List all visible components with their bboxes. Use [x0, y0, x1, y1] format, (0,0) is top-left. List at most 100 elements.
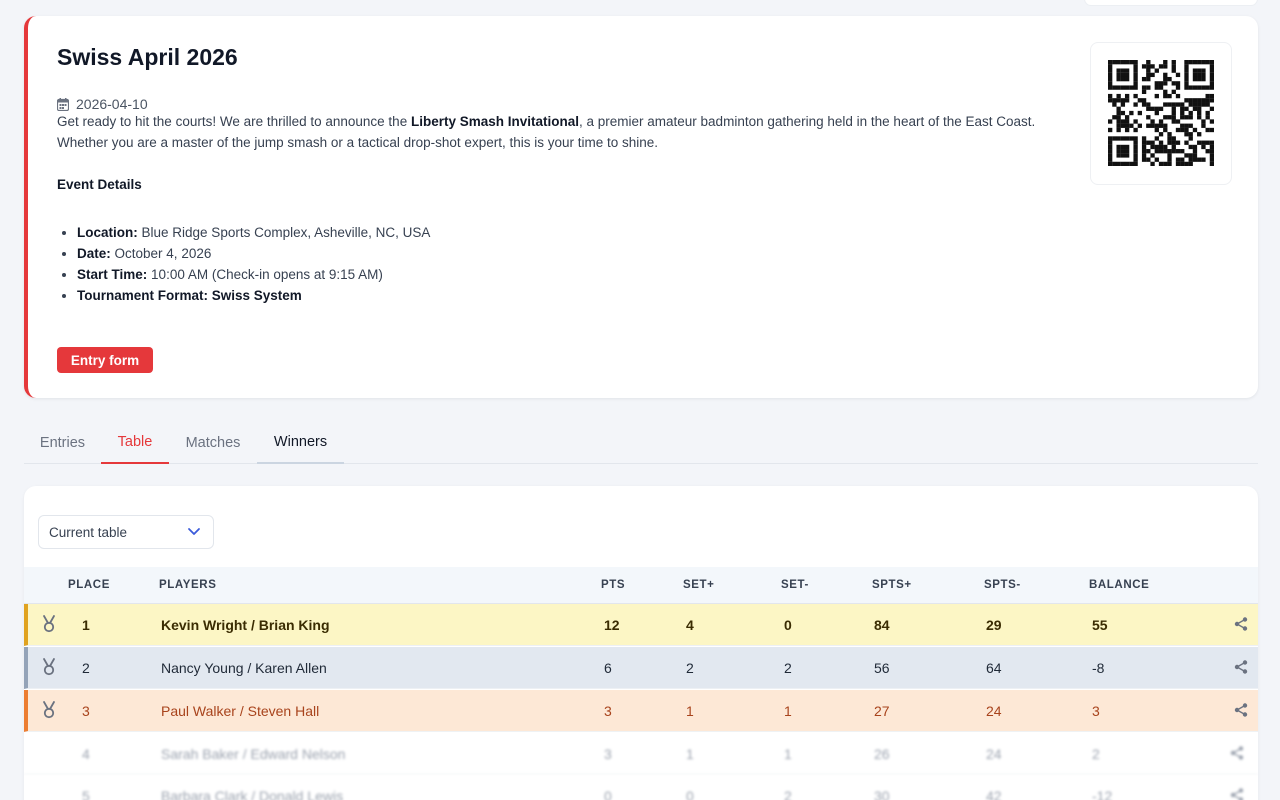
- qr-module: [1180, 123, 1185, 128]
- qr-module: [1188, 98, 1193, 103]
- share-icon[interactable]: [1234, 703, 1248, 717]
- qr-module: [1175, 157, 1181, 162]
- qr-module: [1192, 144, 1198, 150]
- table-row[interactable]: 2 Nancy Young / Karen Allen 6 2 2 56 64 …: [24, 647, 1258, 689]
- qr-module: [1141, 64, 1147, 69]
- cell-balance: -12: [1092, 788, 1113, 800]
- qr-module: [1167, 115, 1172, 120]
- qr-module: [1205, 149, 1210, 154]
- qr-module: [1120, 136, 1126, 141]
- qr-module: [1116, 153, 1121, 158]
- header-spts-plus[interactable]: SPTS+: [872, 579, 912, 591]
- qr-module: [1108, 157, 1113, 162]
- medal-icon: [43, 615, 55, 633]
- qr-module: [1201, 60, 1206, 65]
- qr-module: [1180, 149, 1185, 154]
- qr-module: [1192, 106, 1198, 111]
- cell-spts-plus: 56: [874, 660, 890, 676]
- qr-module: [1192, 68, 1198, 73]
- qr-module: [1154, 110, 1159, 116]
- qr-module: [1108, 161, 1113, 166]
- detail-start-time: Start Time: 10:00 AM (Check-in opens at …: [77, 264, 430, 285]
- qr-module: [1163, 60, 1168, 65]
- qr-module: [1184, 72, 1189, 78]
- qr-module: [1188, 115, 1193, 120]
- qr-module: [1133, 136, 1138, 141]
- tab-table[interactable]: Table: [101, 422, 169, 464]
- qr-module: [1129, 136, 1134, 141]
- top-card-stub: [1084, 0, 1258, 6]
- qr-module: [1146, 68, 1151, 73]
- share-icon[interactable]: [1230, 788, 1244, 800]
- qr-module: [1192, 85, 1198, 90]
- qr-module: [1192, 153, 1198, 158]
- entry-form-button[interactable]: Entry form: [57, 347, 153, 373]
- qr-module: [1209, 161, 1214, 166]
- qr-module: [1167, 157, 1172, 162]
- qr-module: [1209, 144, 1214, 150]
- qr-module: [1120, 123, 1126, 128]
- table-row[interactable]: 4 Sarah Baker / Edward Nelson 3 1 1 26 2…: [24, 733, 1258, 775]
- qr-module: [1184, 76, 1189, 82]
- qr-module: [1197, 140, 1202, 145]
- qr-module: [1184, 98, 1189, 103]
- qr-module: [1154, 144, 1159, 150]
- header-players[interactable]: PLAYERS: [159, 579, 216, 591]
- qr-module: [1116, 85, 1121, 90]
- cell-players: Paul Walker / Steven Hall: [161, 703, 320, 719]
- cell-place: 3: [82, 703, 90, 719]
- qr-module: [1184, 153, 1189, 158]
- qr-module: [1184, 161, 1189, 166]
- qr-module: [1141, 149, 1147, 154]
- qr-module: [1116, 123, 1121, 128]
- share-icon[interactable]: [1234, 617, 1248, 631]
- tab-entries[interactable]: Entries: [24, 422, 101, 464]
- cell-players: Barbara Clark / Donald Lewis: [161, 788, 344, 800]
- qr-module: [1150, 161, 1155, 166]
- cell-players: Kevin Wright / Brian King: [161, 617, 330, 633]
- qr-module: [1209, 60, 1214, 65]
- qr-module: [1116, 76, 1121, 82]
- share-icon[interactable]: [1234, 660, 1248, 674]
- qr-module: [1175, 161, 1181, 166]
- qr-module: [1197, 72, 1202, 78]
- event-date: 2026-04-10: [57, 96, 148, 112]
- qr-module: [1197, 106, 1202, 111]
- qr-module: [1133, 161, 1138, 166]
- qr-module: [1133, 85, 1138, 90]
- header-place[interactable]: PLACE: [68, 579, 110, 591]
- qr-module: [1112, 60, 1117, 65]
- tab-matches[interactable]: Matches: [169, 422, 257, 464]
- qr-module: [1197, 76, 1202, 82]
- qr-module: [1197, 85, 1202, 90]
- qr-module: [1150, 140, 1155, 145]
- chevron-down-icon: [188, 528, 200, 535]
- header-set-plus[interactable]: SET+: [683, 579, 714, 591]
- qr-module: [1108, 76, 1113, 82]
- qr-module: [1167, 76, 1172, 82]
- share-icon[interactable]: [1230, 746, 1244, 760]
- table-row[interactable]: 1 Kevin Wright / Brian King 12 4 0 84 29…: [24, 604, 1258, 646]
- qr-module: [1158, 81, 1164, 86]
- cell-pts: 12: [604, 617, 620, 633]
- table-row[interactable]: 5 Barbara Clark / Donald Lewis 0 0 2 30 …: [24, 775, 1258, 800]
- qr-module: [1133, 102, 1138, 107]
- header-spts-minus[interactable]: SPTS-: [984, 579, 1021, 591]
- header-balance[interactable]: BALANCE: [1089, 579, 1149, 591]
- event-date-text: 2026-04-10: [76, 96, 148, 112]
- qr-module: [1175, 93, 1181, 99]
- qr-module: [1180, 102, 1185, 107]
- header-set-minus[interactable]: SET-: [781, 579, 809, 591]
- qr-module: [1192, 98, 1198, 103]
- cell-spts-plus: 30: [874, 788, 890, 800]
- details-heading: Event Details: [57, 177, 142, 192]
- qr-module: [1158, 106, 1164, 111]
- table-select[interactable]: Current table: [38, 515, 214, 549]
- qr-module: [1120, 110, 1126, 116]
- table-row[interactable]: 3 Paul Walker / Steven Hall 3 1 1 27 24 …: [24, 690, 1258, 732]
- qr-module: [1209, 68, 1214, 73]
- qr-module: [1188, 132, 1193, 137]
- header-pts[interactable]: PTS: [601, 579, 625, 591]
- tab-winners[interactable]: Winners: [257, 422, 344, 464]
- qr-module: [1116, 119, 1121, 124]
